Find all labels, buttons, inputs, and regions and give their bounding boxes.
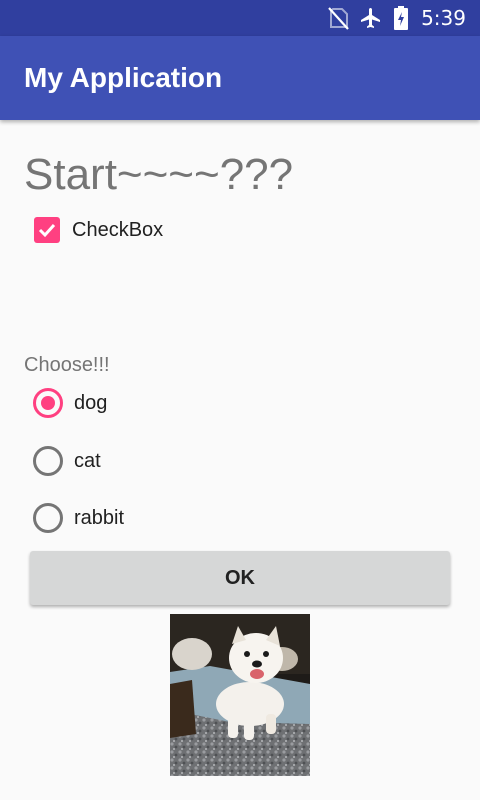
puppy-image [170,614,310,776]
radio-label-cat[interactable]: cat [74,450,101,473]
app-bar: My Application [0,36,480,120]
airplane-mode-icon [359,6,383,30]
no-sim-icon [327,6,349,30]
radio-unselected-icon[interactable] [33,503,63,533]
radio-label-dog[interactable]: dog [74,392,107,415]
checkbox[interactable]: CheckBox [34,216,163,244]
page-heading: Start~~~~??? [24,150,294,199]
radio-option-cat[interactable]: cat [33,446,101,476]
battery-charging-icon [393,5,409,31]
checkbox-checked-icon[interactable] [34,217,60,243]
radio-dot [41,396,55,410]
app-title: My Application [24,62,223,93]
radio-option-rabbit[interactable]: rabbit [33,503,124,533]
status-time: 5:39 [421,6,466,30]
radio-selected-icon[interactable] [33,388,63,418]
checkbox-label[interactable]: CheckBox [72,219,163,242]
radio-label-rabbit[interactable]: rabbit [74,507,124,530]
radio-group-label: Choose!!! [24,354,110,376]
status-bar: 5:39 [0,0,480,36]
ok-button[interactable]: OK [30,551,450,605]
radio-option-dog[interactable]: dog [33,388,107,418]
radio-unselected-icon[interactable] [33,446,63,476]
